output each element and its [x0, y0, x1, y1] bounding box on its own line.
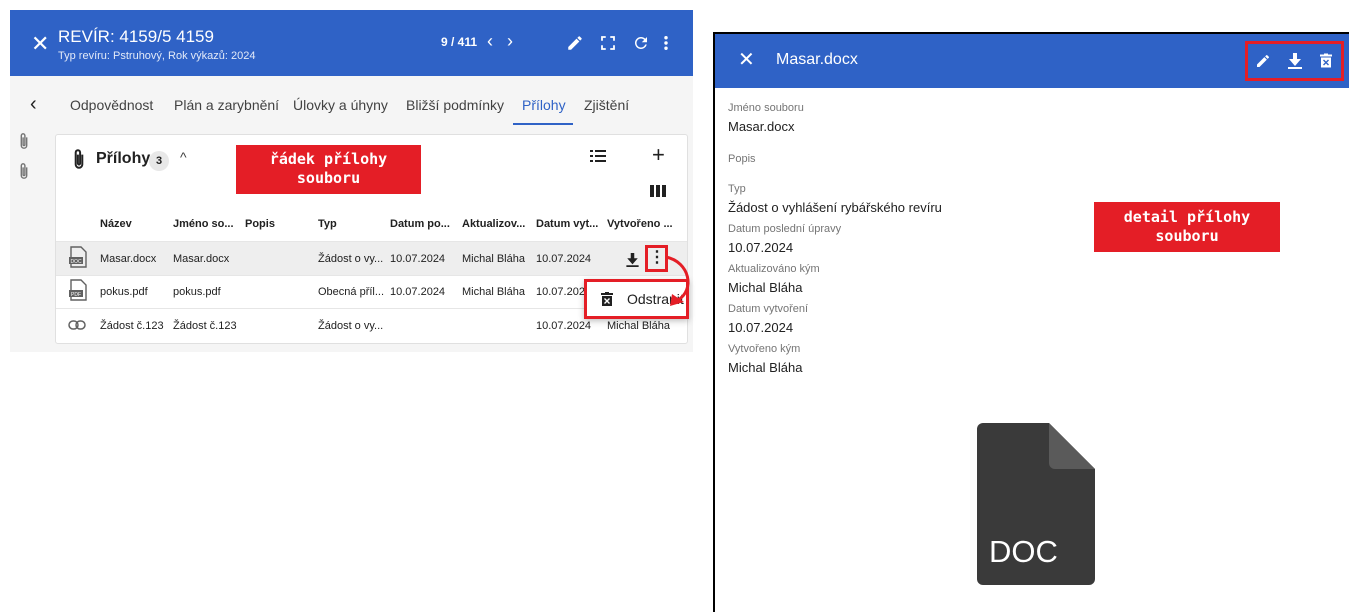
table-cell: Žádost o vy... [318, 320, 384, 332]
delete-icon[interactable] [1320, 53, 1332, 73]
record-detail-panel: ✕ REVÍR: 4159/5 4159 Typ revíru: Pstruho… [10, 10, 693, 352]
record-title: REVÍR: 4159/5 4159 [58, 27, 214, 46]
chevron-right-icon[interactable]: › [507, 31, 513, 51]
active-tab-indicator [513, 123, 573, 125]
column-header-typ[interactable]: Typ [318, 218, 337, 230]
tab-prilohy[interactable]: Přílohy [522, 97, 566, 113]
table-cell: Masar.docx [173, 253, 230, 265]
more-vert-icon[interactable] [660, 34, 672, 52]
row-context-menu: Odstranit [584, 279, 689, 319]
table-cell[interactable]: Žádost č.123 [100, 320, 164, 332]
table-cell: Michal Bláha [462, 286, 525, 298]
field-value: Masar.docx [728, 119, 795, 134]
field-value: 10.07.2024 [728, 320, 794, 335]
pdf-file-icon: PDF [68, 279, 88, 306]
attachment-detail-panel: ✕ Masar.docx Jméno souboru Masar.docx Po… [713, 32, 1349, 612]
tab-ulovky-a-uhyny[interactable]: Úlovky a úhyny [293, 97, 388, 113]
table-cell: Žádost o vy... [318, 253, 384, 265]
file-type-label: DOC [989, 534, 1058, 569]
record-counter: 9 / 411 [441, 35, 478, 49]
header-actions-highlight [1245, 41, 1344, 81]
table-cell[interactable]: Masar.docx [100, 253, 156, 265]
paperclip-icon[interactable] [18, 132, 30, 155]
callout-line: souboru [296, 169, 361, 187]
edit-icon[interactable] [566, 34, 584, 52]
table-cell: Michal Bláha [462, 253, 525, 265]
tab-bar: ‹ Odpovědnost Plán a zarybnění Úlovky a … [10, 86, 693, 126]
annotation-callout: řádek přílohy souboru [236, 145, 421, 194]
table-cell: Žádost č.123 [173, 320, 237, 332]
field-label: Aktualizováno kým [728, 263, 820, 275]
attachments-title: Přílohy [96, 150, 151, 167]
close-icon[interactable]: ✕ [738, 50, 755, 70]
column-header-jmeno[interactable]: Jméno so... [173, 218, 234, 230]
tab-odpovednost[interactable]: Odpovědnost [70, 97, 153, 113]
table-cell: pokus.pdf [173, 286, 221, 298]
delete-icon[interactable] [601, 292, 613, 311]
annotation-callout: detail přílohy souboru [1094, 202, 1280, 252]
svg-text:PDF: PDF [71, 292, 81, 298]
list-view-icon[interactable] [590, 149, 606, 168]
close-icon[interactable]: ✕ [31, 33, 49, 55]
column-header-popis[interactable]: Popis [245, 218, 275, 230]
paperclip-icon[interactable] [18, 162, 30, 185]
record-header: ✕ REVÍR: 4159/5 4159 Typ revíru: Pstruho… [10, 10, 693, 76]
columns-icon[interactable] [650, 184, 666, 202]
record-subtitle: Typ revíru: Pstruhový, Rok výkazů: 2024 [58, 50, 256, 62]
table-cell: Michal Bláha [607, 320, 670, 332]
annotation-highlight [645, 245, 668, 272]
paperclip-icon [72, 148, 86, 175]
column-header-datum-vytvoreni[interactable]: Datum vyt... [536, 218, 598, 230]
field-value: Michal Bláha [728, 360, 803, 375]
field-label: Popis [728, 153, 756, 165]
add-attachment-button[interactable]: + [652, 144, 665, 166]
table-cell: 10.07.2024 [536, 320, 592, 332]
field-label: Vytvořeno kým [728, 343, 801, 355]
field-value: Žádost o vyhlášení rybářského revíru [728, 200, 942, 215]
divider [56, 275, 687, 276]
tab-blizsi-podminky[interactable]: Bližší podmínky [406, 97, 504, 113]
table-cell: 10.07.2024 [390, 286, 446, 298]
chevron-left-icon[interactable]: ‹ [30, 94, 37, 114]
chevron-left-icon[interactable]: ‹ [487, 31, 493, 51]
tab-zjisteni[interactable]: Zjištění [584, 97, 629, 113]
table-cell: 10.07.2024 [390, 253, 446, 265]
doc-file-icon: DOC [68, 246, 88, 273]
fullscreen-icon[interactable] [599, 34, 617, 52]
column-header-vytvoreno[interactable]: Vytvořeno ... [607, 218, 673, 230]
field-value: 10.07.2024 [728, 240, 794, 255]
download-icon[interactable] [626, 253, 639, 272]
table-cell[interactable]: pokus.pdf [100, 286, 148, 298]
table-cell: 10.07.202 [536, 286, 585, 298]
field-value: Michal Bláha [728, 280, 803, 295]
link-icon [68, 317, 86, 335]
download-icon[interactable] [1288, 53, 1302, 74]
field-label: Datum vytvoření [728, 303, 809, 315]
field-label: Jméno souboru [728, 102, 804, 114]
refresh-icon[interactable] [632, 34, 650, 52]
attachment-detail-header: ✕ Masar.docx [715, 34, 1349, 88]
table-cell: Obecná příl... [318, 286, 385, 298]
field-label: Typ [728, 183, 746, 195]
callout-line: řádek přílohy [269, 150, 388, 168]
attachment-title: Masar.docx [776, 51, 858, 68]
column-header-datum-upravy[interactable]: Datum po... [390, 218, 450, 230]
attachments-count-badge: 3 [149, 151, 169, 171]
delete-menu-item[interactable]: Odstranit [627, 291, 684, 307]
svg-text:DOC: DOC [70, 259, 82, 265]
edit-icon[interactable] [1255, 53, 1271, 74]
callout-line: detail přílohy [1123, 208, 1251, 226]
callout-line: souboru [1155, 227, 1219, 245]
tab-plan-a-zarybneni[interactable]: Plán a zarybnění [174, 97, 279, 113]
table-cell: 10.07.2024 [536, 253, 592, 265]
column-header-nazev[interactable]: Název [100, 218, 132, 230]
field-label: Datum poslední úpravy [728, 223, 842, 235]
chevron-up-icon[interactable]: ^ [180, 149, 187, 165]
column-header-aktualizovano[interactable]: Aktualizov... [462, 218, 525, 230]
